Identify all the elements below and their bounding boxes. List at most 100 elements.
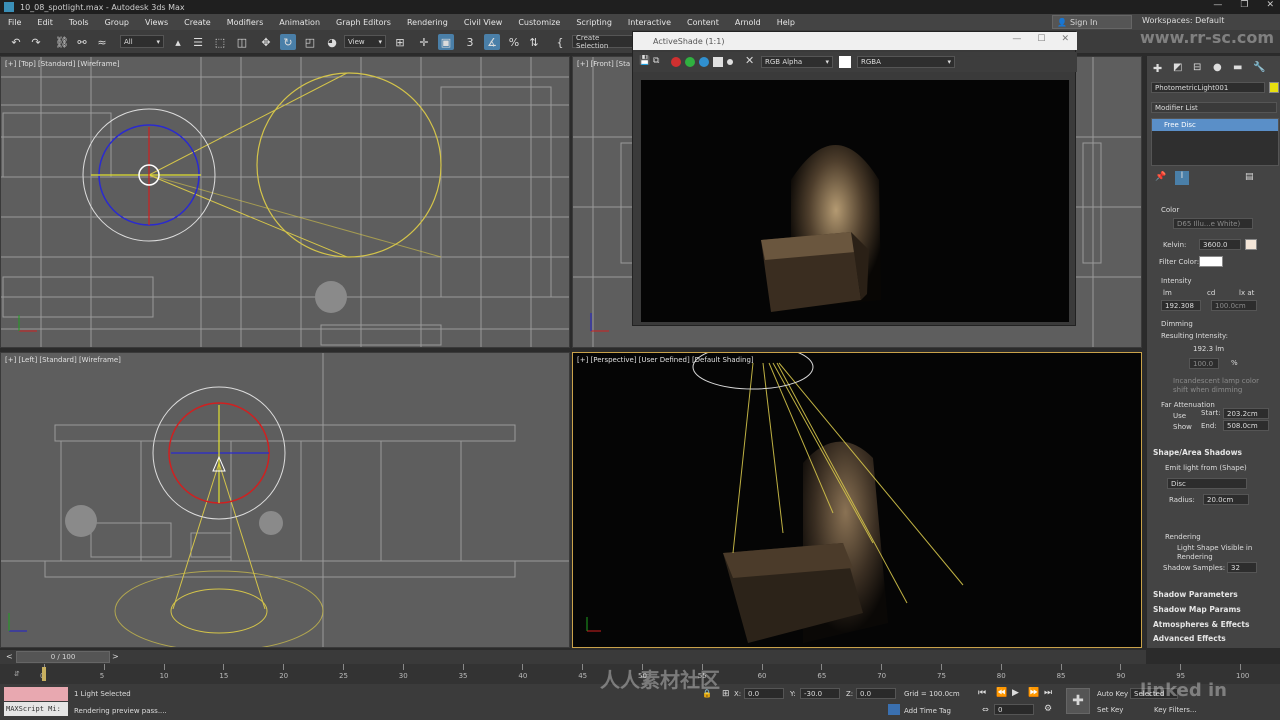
set-key-button[interactable]: Set Key bbox=[1097, 706, 1123, 714]
menu-graph-editors[interactable]: Graph Editors bbox=[328, 18, 399, 27]
move-icon[interactable]: ✥ bbox=[258, 34, 274, 50]
frame-counter[interactable]: 0 / 100 bbox=[16, 651, 110, 663]
sign-in-dropdown[interactable]: 👤 Sign In bbox=[1052, 15, 1132, 29]
window-crossing-icon[interactable]: ◫ bbox=[234, 34, 250, 50]
clear-icon[interactable]: ✕ bbox=[745, 54, 754, 67]
atmospheres-effects-rollout[interactable]: Atmospheres & Effects bbox=[1153, 620, 1249, 629]
y-coordinate-field[interactable]: -30.0 bbox=[800, 688, 840, 699]
menu-file[interactable]: File bbox=[0, 18, 29, 27]
keyboard-shortcut-icon[interactable]: ▣ bbox=[438, 34, 454, 50]
menu-help[interactable]: Help bbox=[769, 18, 803, 27]
modifier-list-dropdown[interactable]: Modifier List bbox=[1151, 102, 1277, 113]
shadow-samples-dropdown[interactable]: 32 bbox=[1227, 562, 1257, 573]
lx-distance-spinner[interactable]: 100.0cm bbox=[1211, 300, 1257, 311]
object-name-field[interactable]: PhotometricLight001 bbox=[1151, 82, 1265, 93]
advanced-effects-rollout[interactable]: Advanced Effects bbox=[1153, 634, 1226, 643]
menu-create[interactable]: Create bbox=[176, 18, 219, 27]
edit-named-selection-icon[interactable]: { bbox=[552, 34, 568, 50]
viewport-label-left[interactable]: [+] [Left] [Standard] [Wireframe] bbox=[5, 356, 121, 364]
undo-icon[interactable]: ↶ bbox=[8, 34, 24, 50]
place-icon[interactable]: ◕ bbox=[324, 34, 340, 50]
current-frame-field[interactable]: 0 bbox=[994, 704, 1034, 715]
activeshade-titlebar[interactable]: ActiveShade (1:1) — ☐ ✕ bbox=[633, 32, 1077, 50]
intensity-unit-lx-radio[interactable]: lx at bbox=[1239, 289, 1254, 297]
rect-selection-icon[interactable]: ⬚ bbox=[212, 34, 228, 50]
selection-filter-dropdown[interactable]: All bbox=[120, 35, 164, 48]
go-to-start-icon[interactable]: ⏮ bbox=[978, 688, 986, 698]
activeshade-minimize-icon[interactable]: — bbox=[1012, 34, 1021, 44]
menu-scripting[interactable]: Scripting bbox=[568, 18, 620, 27]
viewport-left[interactable]: [+] [Left] [Standard] [Wireframe] bbox=[0, 352, 570, 648]
close-button[interactable]: ✕ bbox=[1266, 0, 1274, 10]
far-atten-start-spinner[interactable]: 203.2cm bbox=[1223, 408, 1269, 419]
utilities-tab-icon[interactable]: 🔧 bbox=[1253, 62, 1265, 73]
object-color-swatch[interactable] bbox=[1269, 82, 1279, 93]
menu-customize[interactable]: Customize bbox=[510, 18, 568, 27]
pivot-center-icon[interactable]: ⊞ bbox=[392, 34, 408, 50]
viewport-top[interactable]: [+] [Top] [Standard] [Wireframe] bbox=[0, 56, 570, 348]
menu-views[interactable]: Views bbox=[137, 18, 176, 27]
percent-spinner[interactable]: 100.0 bbox=[1189, 358, 1219, 369]
menu-rendering[interactable]: Rendering bbox=[399, 18, 456, 27]
kelvin-spinner[interactable]: 3600.0 bbox=[1199, 239, 1241, 250]
workspace-selector[interactable]: Workspaces: Default bbox=[1142, 16, 1224, 25]
color-preset-dropdown[interactable]: D65 Illu...e White) bbox=[1173, 218, 1253, 229]
color-swatch[interactable] bbox=[839, 56, 851, 68]
light-shape-visible-checkbox[interactable]: Light Shape Visible in bbox=[1177, 544, 1252, 552]
x-coordinate-field[interactable]: 0.0 bbox=[744, 688, 784, 699]
go-to-end-icon[interactable]: ⏭ bbox=[1044, 688, 1052, 698]
display-dropdown[interactable]: RGBA bbox=[857, 56, 955, 68]
snaps-toggle-icon[interactable]: 3 bbox=[462, 34, 478, 50]
select-manipulate-icon[interactable]: ✛ bbox=[416, 34, 432, 50]
z-coordinate-field[interactable]: 0.0 bbox=[856, 688, 896, 699]
far-atten-use-checkbox[interactable]: Use bbox=[1173, 412, 1186, 420]
activeshade-window[interactable]: ActiveShade (1:1) — ☐ ✕ 💾 ⧉ ✕ RGB Alpha … bbox=[632, 31, 1077, 326]
radius-spinner[interactable]: 20.0cm bbox=[1203, 494, 1249, 505]
shadow-parameters-rollout[interactable]: Shadow Parameters bbox=[1153, 590, 1238, 599]
set-key-icon[interactable]: ✚ bbox=[1066, 688, 1090, 714]
unlink-icon[interactable]: ⚯ bbox=[74, 34, 90, 50]
menu-civil-view[interactable]: Civil View bbox=[456, 18, 511, 27]
blue-channel-icon[interactable] bbox=[699, 57, 709, 67]
menu-interactive[interactable]: Interactive bbox=[620, 18, 679, 27]
show-end-result-icon[interactable]: I bbox=[1175, 171, 1189, 185]
select-by-name-icon[interactable]: ☰ bbox=[190, 34, 206, 50]
play-icon[interactable]: ▶ bbox=[1012, 688, 1019, 698]
display-tab-icon[interactable]: ▬ bbox=[1233, 62, 1242, 73]
menu-group[interactable]: Group bbox=[97, 18, 137, 27]
maxscript-listener[interactable]: MAXScript Mi: bbox=[4, 702, 68, 716]
save-image-icon[interactable]: 💾 bbox=[639, 56, 650, 66]
intensity-unit-lm-radio[interactable]: lm bbox=[1163, 289, 1172, 297]
create-selection-set-dropdown[interactable]: Create Selection bbox=[572, 34, 634, 50]
prev-frame-icon[interactable]: < bbox=[6, 652, 13, 661]
scale-icon[interactable]: ◰ bbox=[302, 34, 318, 50]
time-config-icon[interactable]: ⚙ bbox=[1044, 704, 1052, 714]
add-time-tag-button[interactable]: Add Time Tag bbox=[904, 707, 951, 715]
activeshade-close-icon[interactable]: ✕ bbox=[1061, 34, 1069, 44]
maximize-button[interactable]: ❐ bbox=[1240, 0, 1248, 10]
motion-tab-icon[interactable]: ● bbox=[1213, 62, 1222, 73]
menu-animation[interactable]: Animation bbox=[271, 18, 328, 27]
absolute-mode-icon[interactable]: ⊞ bbox=[722, 689, 730, 699]
green-channel-icon[interactable] bbox=[685, 57, 695, 67]
intensity-spinner[interactable]: 192.308 bbox=[1161, 300, 1201, 311]
alpha-channel-icon[interactable] bbox=[713, 57, 723, 67]
redo-icon[interactable]: ↷ bbox=[28, 34, 44, 50]
maxscript-listener-output[interactable] bbox=[4, 687, 68, 701]
hierarchy-tab-icon[interactable]: ⊟ bbox=[1193, 62, 1201, 73]
filter-color-swatch[interactable] bbox=[1199, 256, 1223, 267]
track-bar-filter-icon[interactable]: ⇵ bbox=[14, 670, 20, 678]
spinner-snap-icon[interactable]: ⇅ bbox=[526, 34, 542, 50]
angle-snap-icon[interactable]: ∡ bbox=[484, 34, 500, 50]
next-frame-icon[interactable]: > bbox=[112, 652, 119, 661]
menu-content[interactable]: Content bbox=[679, 18, 727, 27]
menu-edit[interactable]: Edit bbox=[29, 18, 61, 27]
select-object-icon[interactable]: ▴ bbox=[170, 34, 186, 50]
next-key-icon[interactable]: ⏩ bbox=[1028, 688, 1039, 698]
monochrome-icon[interactable] bbox=[727, 59, 733, 65]
red-channel-icon[interactable] bbox=[671, 57, 681, 67]
minimize-button[interactable]: — bbox=[1213, 0, 1222, 10]
far-atten-show-checkbox[interactable]: Show bbox=[1173, 423, 1192, 431]
percent-snap-icon[interactable]: % bbox=[506, 34, 522, 50]
viewport-label-top[interactable]: [+] [Top] [Standard] [Wireframe] bbox=[5, 60, 120, 68]
